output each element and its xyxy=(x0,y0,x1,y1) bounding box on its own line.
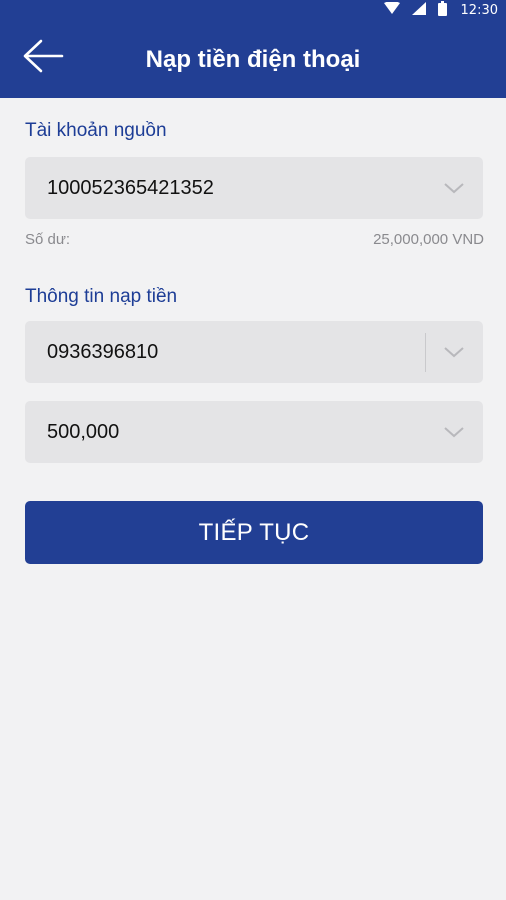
phone-number-field[interactable]: 0936396810 xyxy=(25,321,483,383)
wifi-icon xyxy=(383,0,400,20)
source-account-label: Tài khoản nguồn xyxy=(25,120,167,141)
chevron-down-icon xyxy=(443,179,465,197)
topup-info-label: Thông tin nạp tiền xyxy=(25,286,178,307)
back-button[interactable] xyxy=(18,35,68,81)
chevron-down-icon xyxy=(443,423,465,441)
balance-value: 25,000,000 VND xyxy=(373,231,484,248)
chevron-down-icon[interactable] xyxy=(443,343,465,361)
status-bar: 12:30 xyxy=(0,0,506,21)
signal-icon xyxy=(411,1,426,20)
status-icons: 12:30 xyxy=(383,0,498,21)
continue-button[interactable]: TIẾP TỤC xyxy=(25,501,483,564)
field-divider xyxy=(425,333,426,372)
balance-label: Số dư: xyxy=(25,231,71,248)
arrow-left-icon xyxy=(22,39,64,78)
status-time: 12:30 xyxy=(460,3,498,18)
phone-number-value: 0936396810 xyxy=(47,341,159,363)
source-account-value: 100052365421352 xyxy=(47,177,214,199)
source-account-select[interactable]: 100052365421352 xyxy=(25,157,483,219)
amount-value: 500,000 xyxy=(47,421,120,443)
amount-select[interactable]: 500,000 xyxy=(25,401,483,463)
app-bar: Nạp tiền điện thoại xyxy=(0,21,506,98)
battery-icon xyxy=(437,0,447,21)
page-title: Nạp tiền điện thoại xyxy=(145,46,361,73)
